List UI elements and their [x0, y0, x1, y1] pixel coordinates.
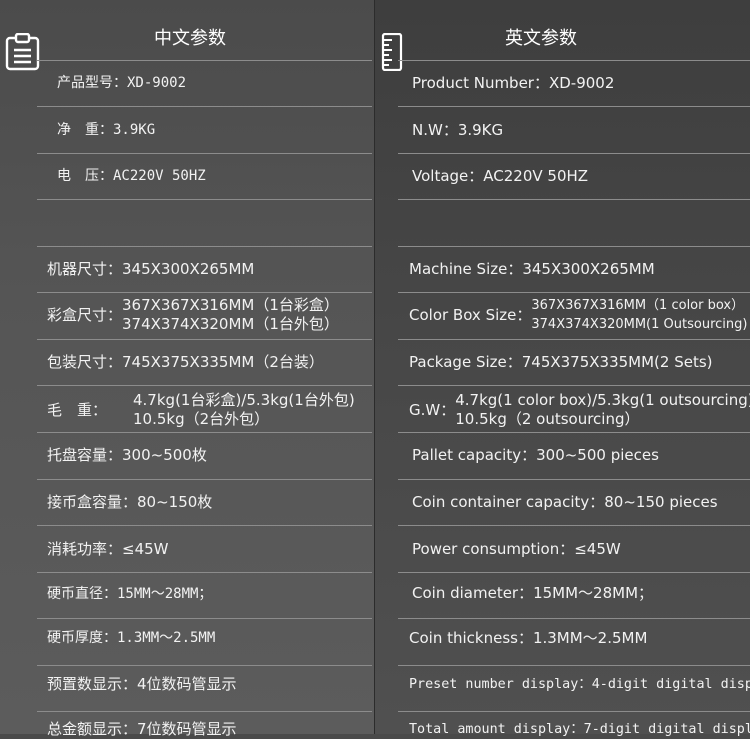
spec-row-coin-thickness-en: Coin thickness：1.3MM～2.5MM	[409, 629, 648, 647]
spec-row-total-display-en: Total amount display：7-digit digital dis…	[409, 722, 750, 737]
spec-label: Color Box Size：	[409, 305, 532, 324]
spec-label: G.W：	[409, 400, 456, 419]
divider	[398, 711, 750, 712]
spec-row-voltage-en: Voltage：AC220V 50HZ	[412, 167, 589, 185]
spec-row-coin-diameter-en: Coin diameter：15MM～28MM；	[412, 584, 654, 602]
divider	[37, 292, 372, 293]
divider	[37, 479, 372, 480]
chinese-params-heading: 中文参数	[154, 28, 226, 49]
spec-row-power-en: Power consumption：≤45W	[412, 540, 621, 558]
spec-row-preset-display-en: Preset number display：4-digit digital di…	[409, 677, 750, 692]
spec-value-line: 374X374X320MM(1 Outsourcing)	[531, 317, 748, 332]
ruler-icon	[381, 33, 403, 71]
divider	[37, 432, 372, 433]
divider	[398, 479, 750, 480]
spec-row-coin-container: 接币盒容量：80~150枚	[47, 493, 213, 511]
spec-row-gross-weight: 毛 重： 4.7kg(1台彩盒)/5.3kg(1台外包) 10.5kg（2台外包…	[47, 391, 355, 429]
spec-value-line: 10.5kg（2 outsourcing）	[455, 410, 640, 428]
spec-row-package-size-en: Package Size：745X375X335MM(2 Sets)	[409, 353, 713, 371]
clipboard-icon	[5, 33, 40, 71]
divider	[398, 525, 750, 526]
divider	[398, 199, 750, 200]
spec-value-line: 10.5kg（2台外包）	[133, 410, 270, 428]
spec-row-product-number: Product Number：XD-9002	[412, 74, 615, 92]
spec-row-package-size: 包装尺寸：745X375X335MM（2台装）	[47, 353, 324, 371]
divider	[37, 199, 372, 200]
divider	[37, 665, 372, 666]
divider	[398, 106, 750, 107]
spec-label: 毛 重：	[47, 400, 108, 419]
divider	[37, 106, 372, 107]
spec-row-net-weight: 净 重：3.9KG	[57, 122, 156, 138]
divider	[398, 246, 750, 247]
spec-row-model: 产品型号：XD-9002	[57, 75, 187, 91]
spec-row-pallet-capacity: 托盘容量：300~500枚	[47, 446, 207, 464]
spec-row-preset-display: 预置数显示：4位数码管显示	[47, 675, 237, 693]
spec-row-machine-size: 机器尺寸：345X300X265MM	[47, 260, 255, 278]
spec-row-color-box: 彩盒尺寸： 367X367X316MM（1台彩盒） 374X374X320MM（…	[47, 296, 339, 334]
spec-row-power: 消耗功率：≤45W	[47, 540, 169, 558]
divider	[398, 665, 750, 666]
spec-value-line: 4.7kg(1台彩盒)/5.3kg(1台外包)	[133, 391, 355, 409]
divider	[37, 339, 372, 340]
spec-row-total-display: 总金额显示：7位数码管显示	[47, 720, 237, 738]
divider	[37, 572, 372, 573]
divider	[398, 60, 750, 61]
divider	[37, 618, 372, 619]
divider	[398, 385, 750, 386]
divider	[37, 246, 372, 247]
spec-row-nw: N.W：3.9KG	[412, 121, 504, 139]
english-params-heading: 英文参数	[505, 28, 577, 49]
spec-row-voltage: 电 压：AC220V 50HZ	[57, 168, 206, 184]
divider	[37, 60, 372, 61]
spec-row-coin-thickness: 硬币厚度：1.3MM～2.5MM	[47, 630, 216, 646]
divider	[37, 525, 372, 526]
spec-row-coin-diameter: 硬币直径：15MM～28MM；	[47, 586, 213, 602]
divider	[398, 432, 750, 433]
divider	[37, 711, 372, 712]
spec-row-pallet-capacity-en: Pallet capacity：300~500 pieces	[412, 446, 659, 464]
spec-value-line: 4.7kg(1 color box)/5.3kg(1 outsourcing)	[455, 391, 750, 409]
spec-row-gw: G.W： 4.7kg(1 color box)/5.3kg(1 outsourc…	[409, 391, 750, 429]
spec-row-coin-container-en: Coin container capacity：80~150 pieces	[412, 493, 718, 511]
spec-value-line: 367X367X316MM（1 color box）	[531, 298, 745, 313]
spec-value-line: 367X367X316MM（1台彩盒）	[122, 296, 339, 314]
divider	[398, 572, 750, 573]
divider	[37, 153, 372, 154]
divider	[37, 385, 372, 386]
divider	[398, 292, 750, 293]
spec-value-line: 374X374X320MM（1台外包）	[122, 315, 339, 333]
divider	[398, 153, 750, 154]
spec-row-machine-size-en: Machine Size：345X300X265MM	[409, 260, 655, 278]
divider	[398, 618, 750, 619]
spec-label: 彩盒尺寸：	[47, 305, 123, 324]
divider	[398, 339, 750, 340]
spec-row-color-box-en: Color Box Size： 367X367X316MM（1 color bo…	[409, 296, 747, 334]
